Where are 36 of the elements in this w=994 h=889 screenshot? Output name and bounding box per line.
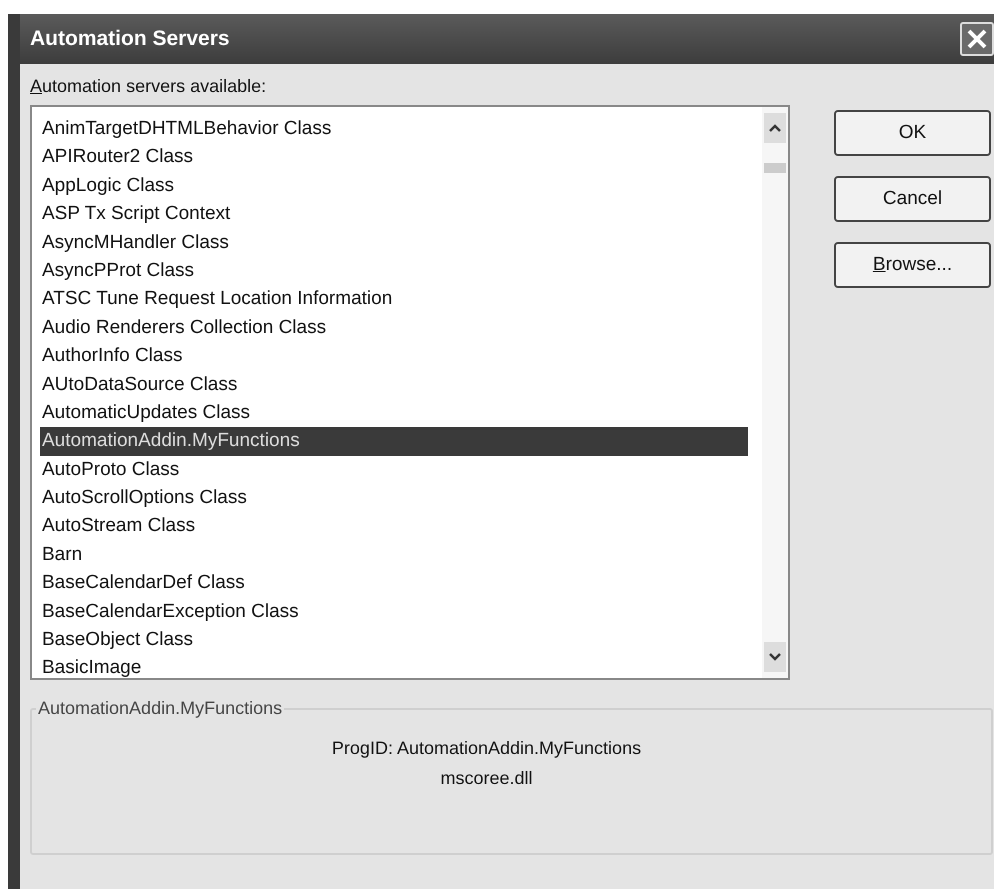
list-item[interactable]: AutomaticUpdates Class [40,398,748,428]
dialog-button[interactable]: Cancel [834,176,991,222]
list-item[interactable]: Audio Renderers Collection Class [40,314,748,342]
list-item[interactable]: AsyncMHandler Class [40,228,748,257]
list-item[interactable]: AUtoDataSource Class [40,370,748,399]
list-item[interactable]: AutoScrollOptions Class [40,484,748,512]
list-item[interactable]: BasicImage [40,654,748,683]
list-item[interactable]: AsyncPProt Class [40,256,748,286]
list-item[interactable]: Barn [40,540,748,570]
scroll-down-button[interactable] [764,642,786,672]
list-item[interactable]: ATSC Tune Request Location Information [40,285,748,314]
detail-text: mscoree.dll [440,767,533,790]
list-item[interactable]: BaseObject Class [40,626,748,654]
list-item[interactable]: AutomationAddin.MyFunctions [40,427,748,456]
list-label: Automation servers available: [30,76,266,97]
group-legend: AutomationAddin.MyFunctions [36,698,284,719]
dialog-button[interactable]: OK [834,110,991,156]
window-title: Automation Servers [30,27,230,51]
list-item[interactable]: AppLogic Class [40,172,748,200]
server-list[interactable] [30,105,790,680]
scroll-up-button[interactable] [764,113,786,143]
close-button[interactable] [960,22,994,56]
list-item[interactable]: AuthorInfo Class [40,342,748,371]
list-item[interactable]: AutoProto Class [40,456,748,484]
list-item[interactable]: BaseCalendarException Class [40,598,748,626]
dialog-button[interactable]: Browse... [834,242,991,288]
scrollbar[interactable] [762,107,788,678]
detail-text: ProgID: AutomationAddin.MyFunctions [332,737,642,760]
scroll-thumb[interactable] [764,163,786,173]
list-item[interactable]: ASP Tx Script Context [40,200,748,229]
list-item[interactable]: APIRouter2 Class [40,143,748,172]
list-item[interactable]: AutoStream Class [40,512,748,541]
up-caret-icon [768,123,782,133]
list-item[interactable]: AnimTargetDHTMLBehavior Class [40,115,748,144]
down-caret-icon [768,652,782,662]
list-item[interactable]: BaseCalendarDef Class [40,569,748,598]
